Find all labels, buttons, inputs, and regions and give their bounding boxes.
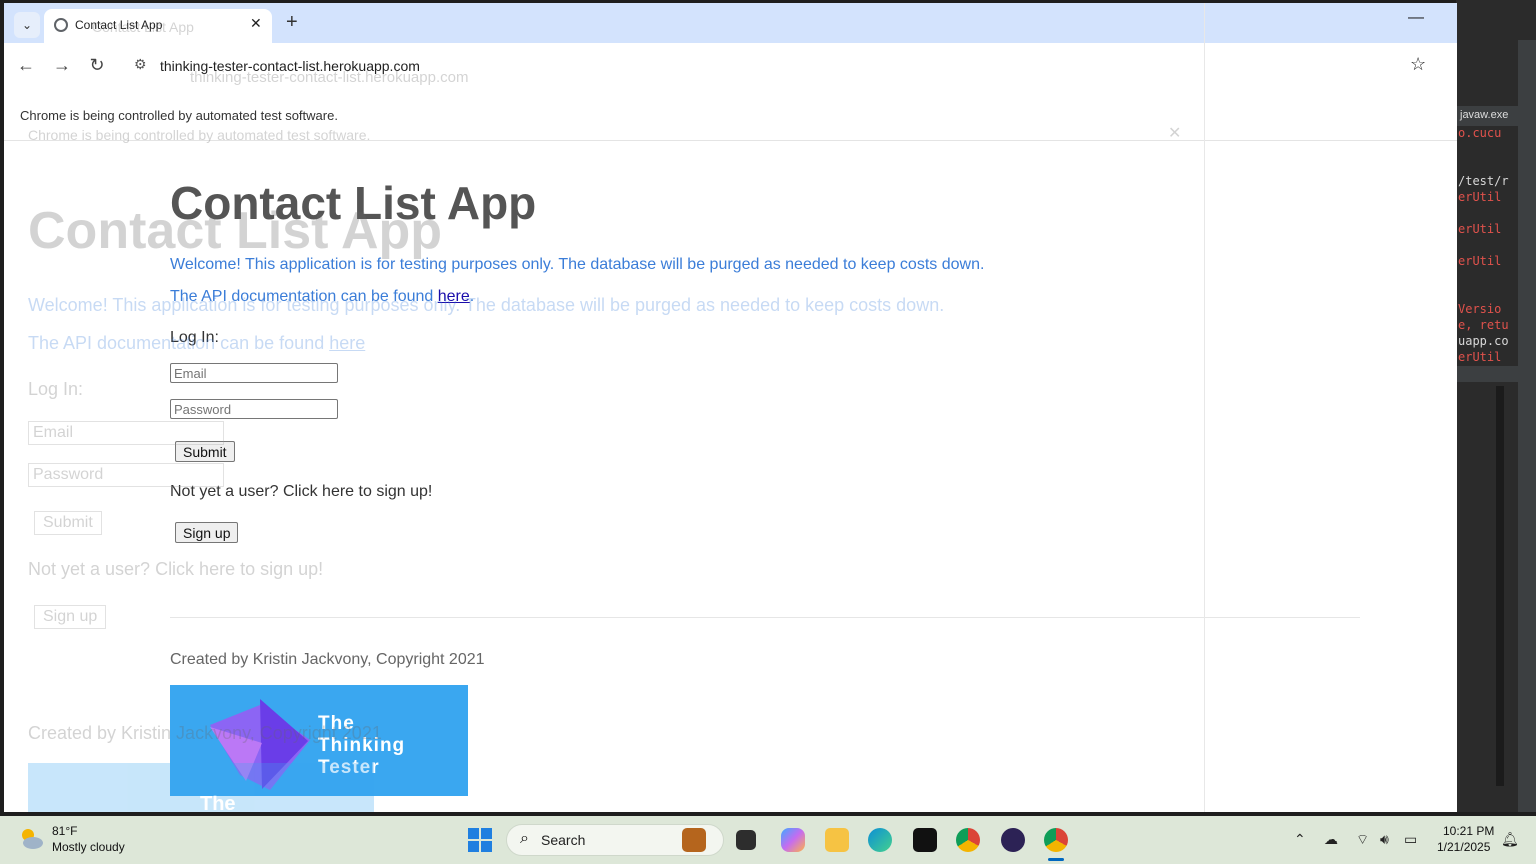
active-tab[interactable]: Contact List App ✕ [44,9,272,43]
tab-title: Contact List App [75,18,163,32]
bookmark-star-icon[interactable]: ☆ [1410,54,1426,75]
chrome-icon[interactable] [956,828,980,852]
active-app-indicator [1048,858,1064,861]
back-button[interactable]: ← [14,55,38,76]
footer-divider [170,617,1360,618]
edge-browser-icon[interactable] [868,828,892,852]
ide-console-line: uapp.co [1458,334,1509,348]
ide-scrollbar[interactable] [1496,386,1504,786]
ide-console-line: /test/r [1458,174,1509,188]
file-explorer-icon[interactable] [825,828,849,852]
intellij-icon[interactable] [913,828,937,852]
tab-search-button[interactable]: ⌄ [14,12,40,38]
api-doc-link[interactable]: here [438,288,470,305]
ide-side-toolbar [1518,40,1536,812]
ide-console-line: o.cucu [1458,126,1502,140]
login-label: Log In: [170,329,219,346]
windows-start-icon[interactable] [468,828,492,852]
footer-text: Created by Kristin Jackvony, Copyright 2… [170,651,485,668]
ide-console-line: erUtil [1458,222,1502,236]
infobar-text: Chrome is being controlled by automated … [20,108,338,123]
signup-prompt: Not yet a user? Click here to sign up! [170,483,433,500]
welcome-text: Welcome! This application is for testing… [170,256,985,273]
copilot-icon[interactable] [781,828,805,852]
reload-button[interactable]: ↻ [85,55,109,76]
logo-text: The Thinking Tester [318,713,406,778]
chrome-active-icon[interactable] [1044,828,1068,852]
new-tab-button[interactable]: + [286,11,298,34]
ide-console-line: e, retu [1458,318,1509,332]
ide-console-line: erUtil [1458,350,1502,364]
automation-infobar: Chrome is being controlled by automated … [4,99,1457,141]
ide-console-line: erUtil [1458,254,1502,268]
ghost-window-edge [1204,3,1205,812]
search-icon: ⌕ [520,830,529,847]
eclipse-icon[interactable] [1001,828,1025,852]
chevron-up-icon[interactable]: ⌃ [1294,831,1306,848]
forward-button[interactable]: → [50,55,74,76]
api-doc-suffix: . [469,288,475,305]
browser-window: ⌄ Contact List App ✕ + — ← → ↻ ⚙ thinkin… [4,3,1457,812]
taskbar: 81°F Mostly cloudy ⌕ Search ⌃ ☁ ⌔ 🔊︎ ▭ 1… [0,816,1536,864]
close-icon[interactable]: ✕ [250,15,262,32]
ide-console-line: Versio [1458,302,1502,316]
browser-toolbar: ← → ↻ ⚙ thinking-tester-contact-list.her… [4,43,1457,91]
page-title: Contact List App [170,177,537,229]
notification-bell-icon[interactable]: 🔔︎ [1501,831,1519,848]
clock-date[interactable]: 1/21/2025 [1437,840,1490,854]
task-view-icon[interactable] [736,830,756,850]
ide-console-line: erUtil [1458,190,1502,204]
globe-icon [54,18,68,32]
email-field[interactable] [170,363,338,383]
signup-button[interactable]: Sign up [175,522,239,543]
taskbar-search-label: Search [541,832,586,848]
onedrive-cloud-icon[interactable]: ☁ [1324,831,1338,848]
battery-icon[interactable]: ▭ [1404,831,1417,848]
page-content: Contact List App Welcome! This applicati… [4,141,1457,812]
weather-description[interactable]: Mostly cloudy [52,840,125,854]
minimize-button[interactable]: — [1408,9,1424,27]
tab-strip: ⌄ Contact List App ✕ + — [4,3,1457,43]
api-doc-text: The API documentation can be found here. [170,288,474,306]
wifi-icon[interactable]: ⌔ [1356,831,1369,849]
briefcase-icon[interactable] [682,828,706,852]
clock-time[interactable]: 10:21 PM [1443,824,1494,838]
weather-cloud-icon[interactable] [18,826,44,852]
weather-temperature[interactable]: 81°F [52,824,77,838]
desktop: javaw.exe o.cucu /test/r erUtil erUtil e… [0,0,1536,864]
api-doc-prefix: The API documentation can be found [170,288,438,305]
password-field[interactable] [170,399,338,419]
thinking-tester-logo: The Thinking Tester [170,685,468,796]
site-info-icon[interactable]: ⚙ [134,56,147,73]
url-text[interactable]: thinking-tester-contact-list.herokuapp.c… [160,58,420,74]
volume-icon[interactable]: 🔊︎ [1380,831,1389,848]
submit-button[interactable]: Submit [175,441,235,462]
